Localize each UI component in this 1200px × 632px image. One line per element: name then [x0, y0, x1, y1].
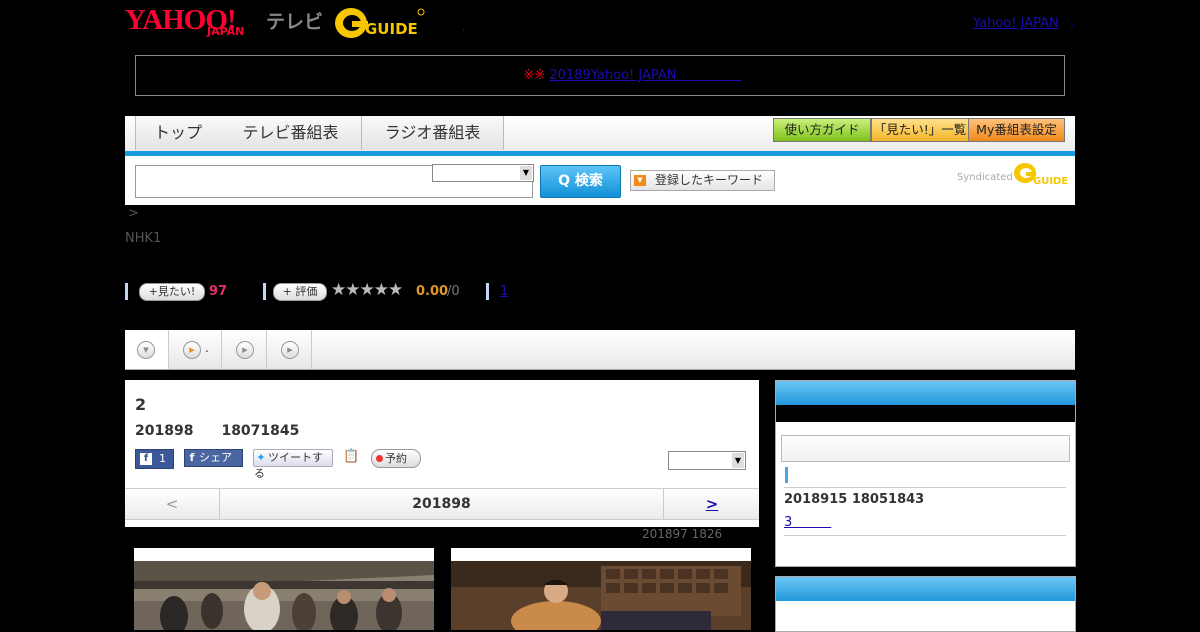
dropdown-arrow-icon: ▼	[634, 175, 646, 186]
rate-button[interactable]: + 評価	[273, 283, 327, 301]
chevron-down-icon: ▼	[732, 453, 744, 468]
clip-icon[interactable]: 📋	[343, 449, 359, 465]
updated-timestamp: 201897 1826	[642, 527, 723, 541]
divider	[486, 283, 489, 300]
scene-photo-1-image	[134, 561, 434, 630]
play-icon: ▶	[236, 341, 254, 359]
scene-photo-1[interactable]	[134, 548, 434, 630]
facebook-like-count: 1	[159, 452, 166, 465]
yahoo-japan-logo-text: JAPAN	[207, 25, 245, 38]
header-separator: .	[1070, 16, 1075, 31]
related-broadcast-date: 2018915 18051843	[784, 492, 925, 507]
rate-button-label: + 評価	[282, 285, 318, 298]
chevron-down-icon: ▼	[520, 166, 532, 180]
syndicated-label: Syndicated	[957, 172, 1013, 183]
search-category-select[interactable]: ▼	[432, 164, 534, 182]
program-detail-panel: 2 201898 18071845 f1 f シェア ✦ ツイートする 📋 予約 ▼…	[125, 380, 759, 527]
saved-keywords-button[interactable]: ▼ 登録したキーワード	[630, 170, 775, 191]
search-bar: ▼ Q 検索 ▼ 登録したキーワード Syndicated GUIDE	[125, 156, 1075, 205]
tab-1[interactable]: ▼	[125, 330, 169, 369]
syndicated-gguide-logo: GUIDE	[1014, 163, 1068, 186]
record-dot-icon	[376, 455, 383, 462]
my-guide-settings-button[interactable]: My番組表設定	[968, 118, 1065, 142]
want-count: 97	[209, 284, 228, 299]
previous-day-button[interactable]: <	[125, 489, 220, 519]
sidebar-panel-subheader	[776, 405, 1075, 422]
play-icon: ▶	[183, 341, 201, 359]
breadcrumb-arrow: >	[128, 206, 139, 221]
facebook-share-button[interactable]: f シェア	[184, 449, 243, 467]
nav-tab-radio-guide[interactable]: ラジオ番組表	[362, 116, 504, 150]
tab-3[interactable]: ▶	[222, 330, 267, 369]
divider	[784, 487, 1066, 488]
sidebar-panel-header	[776, 381, 1075, 405]
tab-4[interactable]: ▶	[267, 330, 312, 369]
section-marker	[785, 467, 788, 483]
divider	[263, 283, 266, 300]
want-to-watch-button[interactable]: +見たい!	[139, 283, 205, 301]
reserve-button[interactable]: 予約	[371, 449, 421, 468]
program-title: 2	[135, 395, 147, 414]
facebook-icon: f	[140, 453, 152, 465]
chevron-down-icon: ▼	[137, 341, 155, 359]
notice-link[interactable]: 20189Yahoo! JAPAN	[549, 68, 741, 83]
tv-logo[interactable]: テレビ	[266, 7, 323, 34]
channel-name: NHK1	[125, 231, 162, 246]
header-separator: ,	[462, 20, 466, 33]
play-icon: ▶	[281, 341, 299, 359]
search-button[interactable]: Q 検索	[540, 165, 621, 198]
program-datetime: 201898 18071845	[135, 423, 300, 439]
rating-score: 0.00	[416, 284, 449, 299]
tab-2[interactable]: ▶ .	[169, 330, 222, 369]
reserve-label: 予約	[385, 452, 407, 465]
notice-banner: ※※ 20189Yahoo! JAPAN	[135, 55, 1065, 96]
tab-2-label: .	[205, 341, 209, 355]
facebook-icon: f	[189, 451, 195, 464]
sidebar-panel: 2018915 18051843 3	[775, 380, 1076, 567]
want-list-button[interactable]: 「見たい!」一覧	[871, 118, 969, 142]
rating-stars: ★★★★★	[331, 280, 403, 300]
sidebar-input-box[interactable]	[781, 435, 1070, 462]
next-day-link[interactable]: >	[663, 489, 760, 519]
gguide-logo[interactable]: GUIDE	[335, 7, 425, 39]
usage-guide-button[interactable]: 使い方ガイド	[773, 118, 871, 142]
date-navigation: < 201898 >	[125, 488, 759, 520]
tweet-button[interactable]: ✦ ツイートする	[253, 449, 333, 480]
twitter-bird-icon: ✦	[256, 451, 266, 464]
gguide-logo-text: GUIDE	[365, 20, 418, 38]
syndicated-logo-text: GUIDE	[1033, 176, 1068, 186]
rating-total: /0	[447, 284, 460, 299]
sidebar-panel-2	[775, 576, 1076, 632]
divider	[125, 283, 128, 300]
nav-tab-tv-guide[interactable]: テレビ番組表	[220, 116, 362, 150]
main-nav: トップ テレビ番組表 ラジオ番組表 使い方ガイド 「見たい!」一覧 My番組表設…	[125, 116, 1075, 156]
review-count-link[interactable]: 1	[500, 284, 508, 299]
saved-keywords-label: 登録したキーワード	[655, 173, 764, 187]
sidebar-panel-2-header	[776, 577, 1075, 601]
yahoo-japan-link[interactable]: Yahoo! JAPAN	[973, 16, 1059, 31]
divider	[784, 535, 1066, 536]
scene-photo-2-image	[451, 561, 751, 630]
nav-tab-top[interactable]: トップ	[135, 116, 221, 150]
program-option-select[interactable]: ▼	[668, 451, 746, 470]
related-program-link[interactable]: 3	[784, 511, 831, 530]
content-tabbar: ▼ ▶ . ▶ ▶	[125, 330, 1075, 370]
current-date: 201898	[412, 496, 471, 512]
notice-mark: ※※	[523, 68, 550, 83]
want-button-label: +見たい!	[148, 285, 196, 298]
facebook-like-button[interactable]: f1	[135, 449, 174, 469]
facebook-share-label: シェア	[199, 451, 232, 464]
scene-photo-2[interactable]	[451, 548, 751, 630]
